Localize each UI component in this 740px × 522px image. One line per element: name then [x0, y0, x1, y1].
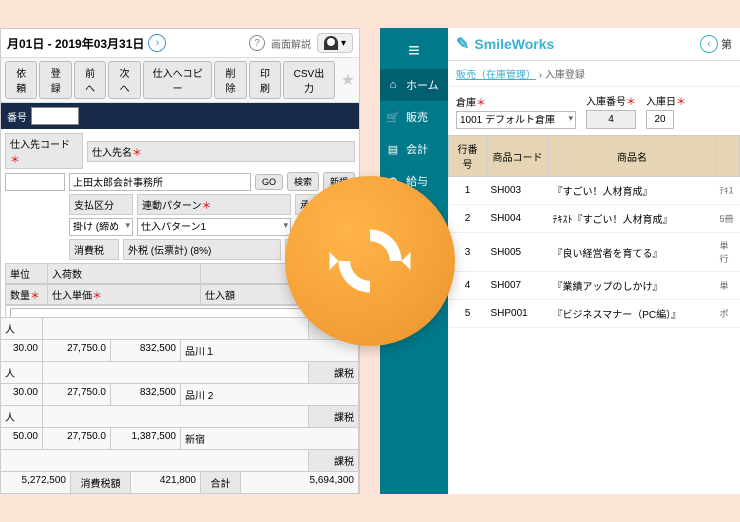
tax-total-label: 消費税額 — [71, 472, 131, 493]
sidebar-item-accounting[interactable]: ▤ 会計 — [380, 133, 448, 165]
book-icon: ▤ — [386, 143, 400, 156]
breadcrumb-current: 入庫登録 — [545, 70, 585, 81]
entry-date-input[interactable] — [646, 110, 674, 129]
entry-number-label: 入庫番号＊ — [586, 93, 636, 108]
prev-button[interactable]: 前へ — [74, 61, 106, 99]
help-icon[interactable]: ? — [249, 35, 265, 51]
number-bar: 番号 — [1, 103, 359, 129]
detail-row: 人課税 — [1, 317, 359, 339]
sidebar-item-sales[interactable]: 🛒 販売 — [380, 101, 448, 133]
print-button[interactable]: 印刷 — [249, 61, 281, 99]
table-row[interactable]: 5SHP001『ビジネスマナー（PC編）』ポ — [449, 300, 740, 328]
totals-area: 人課税30.0027,750.0832,500品川１人課税30.0027,750… — [1, 317, 359, 493]
supplier-code-label: 仕入先コード＊ — [5, 133, 83, 169]
back-circle-icon[interactable]: ‹ — [700, 35, 718, 53]
total-label: 合計 — [201, 472, 241, 493]
detail-row: 30.0027,750.0832,500品川１ — [1, 339, 359, 361]
sync-arrows-icon — [325, 216, 415, 306]
table-row[interactable]: 4SH007『業績アップのしかけ』単 — [449, 272, 740, 300]
brand: ✎ SmileWorks — [456, 34, 554, 54]
home-icon: ⌂ — [386, 79, 400, 91]
brand-name: SmileWorks — [474, 36, 554, 52]
chevron-down-icon: ▾ — [341, 38, 346, 49]
csv-button[interactable]: CSV出力 — [283, 61, 334, 99]
items-table: 行番号 商品コード 商品名 1SH003『すごい！人材育成』ﾃｷｽ2SH004ﾃ… — [448, 135, 740, 328]
number-input[interactable] — [31, 107, 79, 125]
hamburger-icon[interactable]: ≡ — [380, 34, 448, 69]
warehouse-select[interactable]: 1001 デフォルト倉庫 — [456, 111, 576, 129]
go-button[interactable]: GO — [255, 174, 283, 190]
supplier-name-label: 仕入先名＊ — [87, 141, 355, 162]
detail-row: 30.0027,750.0832,500品川 2 — [1, 383, 359, 405]
grand-total: 5,694,300 — [241, 472, 359, 493]
tax-total: 421,800 — [131, 472, 201, 493]
grand-total-row: 5,272,500 消費税額 421,800 合計 5,694,300 — [1, 471, 359, 493]
th-row: 行番号 — [449, 136, 487, 177]
favorite-star-icon[interactable]: ★ — [341, 70, 355, 90]
detail-row: 50.0027,750.01,387,500新宿 — [1, 427, 359, 449]
back-label: 第 — [721, 36, 732, 52]
copy-button[interactable]: 仕入へコピー — [143, 61, 212, 99]
table-row[interactable]: 1SH003『すごい！人材育成』ﾃｷｽ — [449, 177, 740, 205]
th-name: 商品名 — [549, 136, 716, 177]
sync-badge — [285, 176, 455, 346]
right-main: ✎ SmileWorks ‹ 第 販売（在庫管理） › 入庫登録 倉庫＊ 100… — [448, 28, 740, 494]
tax-setting: 外税 (伝票計) (8%) — [123, 239, 281, 260]
warehouse-label: 倉庫＊ — [456, 94, 576, 109]
date-next-arrow[interactable]: › — [148, 34, 166, 52]
date-range: 月01日 - 2019年03月31日 — [7, 35, 144, 52]
pattern-select[interactable]: 仕入パターン1 — [137, 218, 291, 236]
next-button[interactable]: 次へ — [108, 61, 140, 99]
sidebar-item-home[interactable]: ⌂ ホーム — [380, 69, 448, 101]
search-button[interactable]: 検索 — [287, 172, 319, 191]
tax-label: 消費税 — [69, 239, 119, 260]
left-header: 月01日 - 2019年03月31日 › ? 画面解説 ▾ — [1, 29, 359, 58]
col-uqty: 数量 — [10, 291, 30, 302]
brand-logo-icon: ✎ — [456, 34, 469, 54]
col-qty: 入荷数 — [48, 264, 201, 283]
sidebar-item-label: 会計 — [406, 141, 428, 157]
breadcrumb-section-link[interactable]: 販売（在庫管理） — [456, 70, 536, 81]
brand-bar: ✎ SmileWorks ‹ 第 — [448, 28, 740, 61]
detail-row: 人課税 — [1, 361, 359, 383]
table-row[interactable]: 3SH005『良い経営者を育てる』単行 — [449, 233, 740, 272]
register-button[interactable]: 登録 — [39, 61, 71, 99]
supplier-name-input[interactable] — [69, 173, 251, 191]
pattern-label: 連動パターン＊ — [137, 194, 291, 215]
th-code: 商品コード — [487, 136, 549, 177]
pay-div-label: 支払区分 — [69, 194, 133, 215]
table-row[interactable]: 2SH004ﾃｷｽﾄ『すごい！人材育成』5冊 — [449, 205, 740, 233]
pay-div-select[interactable]: 掛け (締め) — [69, 218, 133, 236]
subtotal: 5,272,500 — [1, 472, 71, 493]
entry-date-label: 入庫日＊ — [646, 93, 686, 108]
sidebar-item-label: ホーム — [406, 77, 439, 93]
number-label: 番号 — [7, 109, 27, 124]
col-unit: 単位 — [6, 264, 48, 283]
controls: 倉庫＊ 1001 デフォルト倉庫 入庫番号＊ 入庫日＊ — [448, 87, 740, 135]
supplier-code-input[interactable] — [5, 173, 65, 191]
delete-button[interactable]: 削除 — [214, 61, 246, 99]
help-label: 画面解説 — [271, 36, 311, 51]
breadcrumb: 販売（在庫管理） › 入庫登録 — [448, 61, 740, 87]
col-uprice: 仕入単価 — [52, 291, 92, 302]
toolbar: 依頼 登録 前へ 次へ 仕入へコピー 削除 印刷 CSV出力 ★ — [1, 58, 359, 103]
cart-icon: 🛒 — [386, 111, 400, 124]
user-icon — [324, 36, 338, 50]
request-button[interactable]: 依頼 — [5, 61, 37, 99]
entry-number-input[interactable] — [586, 110, 636, 129]
sidebar-item-label: 販売 — [406, 109, 428, 125]
user-menu-button[interactable]: ▾ — [317, 33, 353, 53]
detail-row: 人課税 — [1, 405, 359, 427]
